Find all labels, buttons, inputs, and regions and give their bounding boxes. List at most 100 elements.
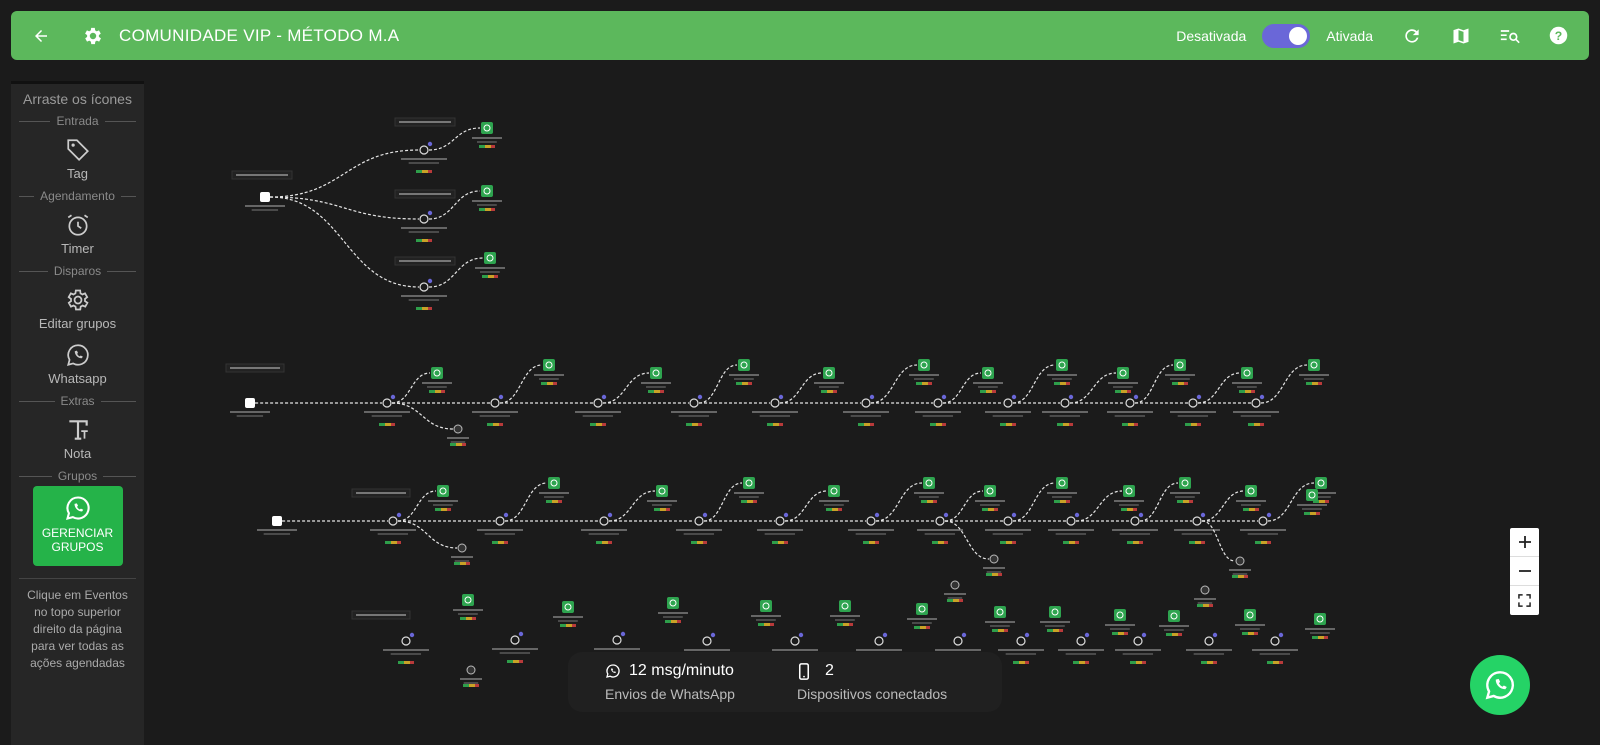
timer-node[interactable] <box>490 398 500 408</box>
whatsapp-node[interactable] <box>431 367 443 379</box>
whatsapp-node[interactable] <box>1174 359 1186 371</box>
whatsapp-node[interactable] <box>1241 367 1253 379</box>
timer-node[interactable] <box>689 398 699 408</box>
timer-node[interactable] <box>933 398 943 408</box>
zoom-out-button[interactable] <box>1510 557 1539 586</box>
timer-node[interactable] <box>388 516 398 526</box>
timer-node[interactable] <box>770 398 780 408</box>
whatsapp-node[interactable] <box>1315 477 1327 489</box>
whatsapp-node[interactable] <box>667 597 679 609</box>
timer-node[interactable] <box>1076 636 1086 646</box>
whatsapp-node[interactable] <box>1056 359 1068 371</box>
timer-node[interactable] <box>1270 636 1280 646</box>
edit-groups-node[interactable] <box>989 554 999 564</box>
edit-groups-node[interactable] <box>453 424 463 434</box>
timer-node[interactable] <box>953 636 963 646</box>
whatsapp-node[interactable] <box>828 485 840 497</box>
timer-node[interactable] <box>1204 636 1214 646</box>
whatsapp-node[interactable] <box>1245 485 1257 497</box>
whatsapp-node[interactable] <box>1117 367 1129 379</box>
flow-canvas[interactable] <box>144 62 1600 745</box>
tag-node[interactable] <box>272 516 282 526</box>
timer-node[interactable] <box>419 214 429 224</box>
whatsapp-node[interactable] <box>994 606 1006 618</box>
whatsapp-node[interactable] <box>1056 477 1068 489</box>
timer-node[interactable] <box>861 398 871 408</box>
timer-node[interactable] <box>790 636 800 646</box>
timer-node[interactable] <box>1133 636 1143 646</box>
whatsapp-node[interactable] <box>462 594 474 606</box>
tag-node[interactable] <box>245 398 255 408</box>
edit-groups-node[interactable] <box>950 580 960 590</box>
whatsapp-node[interactable] <box>738 359 750 371</box>
zoom-in-button[interactable] <box>1510 528 1539 557</box>
whatsapp-node[interactable] <box>743 477 755 489</box>
fit-view-button[interactable] <box>1510 586 1539 615</box>
whatsapp-node[interactable] <box>1308 359 1320 371</box>
whatsapp-node[interactable] <box>1049 606 1061 618</box>
timer-node[interactable] <box>775 516 785 526</box>
timer-node[interactable] <box>874 636 884 646</box>
timer-node[interactable] <box>382 398 392 408</box>
timer-node[interactable] <box>1192 516 1202 526</box>
whatsapp-support-button[interactable] <box>1470 655 1530 715</box>
help-button[interactable]: ? <box>1534 11 1583 60</box>
whatsapp-node[interactable] <box>1314 613 1326 625</box>
timer-node[interactable] <box>401 636 411 646</box>
settings-button[interactable] <box>75 18 111 54</box>
timer-node[interactable] <box>1016 636 1026 646</box>
timer-node[interactable] <box>866 516 876 526</box>
manage-groups-button[interactable]: GERENCIAR GRUPOS <box>32 486 123 566</box>
whatsapp-node[interactable] <box>484 252 496 264</box>
whatsapp-node[interactable] <box>982 367 994 379</box>
whatsapp-node[interactable] <box>548 477 560 489</box>
whatsapp-node[interactable] <box>1244 609 1256 621</box>
timer-node[interactable] <box>1188 398 1198 408</box>
whatsapp-node[interactable] <box>918 359 930 371</box>
timer-node[interactable] <box>1258 516 1268 526</box>
timer-node[interactable] <box>495 516 505 526</box>
timer-node[interactable] <box>419 145 429 155</box>
sidebar-item-whatsapp[interactable]: Whatsapp <box>11 336 144 391</box>
whatsapp-node[interactable] <box>823 367 835 379</box>
whatsapp-node[interactable] <box>760 600 772 612</box>
timer-node[interactable] <box>1003 516 1013 526</box>
tag-node[interactable] <box>260 192 270 202</box>
whatsapp-node[interactable] <box>1114 609 1126 621</box>
timer-node[interactable] <box>1003 398 1013 408</box>
sidebar-item-note[interactable]: Nota <box>11 411 144 466</box>
sidebar-item-timer[interactable]: Timer <box>11 206 144 261</box>
whatsapp-node[interactable] <box>650 367 662 379</box>
timer-node[interactable] <box>1066 516 1076 526</box>
timer-node[interactable] <box>419 282 429 292</box>
activation-toggle[interactable] <box>1262 23 1311 48</box>
timer-node[interactable] <box>702 636 712 646</box>
edit-groups-node[interactable] <box>1235 556 1245 566</box>
timer-node[interactable] <box>612 635 622 645</box>
timer-node[interactable] <box>1130 516 1140 526</box>
sidebar-item-tag[interactable]: Tag <box>11 131 144 186</box>
back-button[interactable] <box>23 18 59 54</box>
events-search-button[interactable] <box>1485 11 1534 60</box>
whatsapp-node[interactable] <box>839 600 851 612</box>
whatsapp-node[interactable] <box>1168 610 1180 622</box>
timer-node[interactable] <box>935 516 945 526</box>
whatsapp-node[interactable] <box>923 477 935 489</box>
timer-node[interactable] <box>1060 398 1070 408</box>
whatsapp-node[interactable] <box>481 185 493 197</box>
whatsapp-node[interactable] <box>1306 489 1318 501</box>
map-button[interactable] <box>1436 11 1485 60</box>
whatsapp-node[interactable] <box>481 122 493 134</box>
whatsapp-node[interactable] <box>543 359 555 371</box>
whatsapp-node[interactable] <box>562 601 574 613</box>
whatsapp-node[interactable] <box>656 485 668 497</box>
sidebar-item-edit-groups[interactable]: Editar grupos <box>11 281 144 336</box>
whatsapp-node[interactable] <box>1179 477 1191 489</box>
whatsapp-node[interactable] <box>984 485 996 497</box>
timer-node[interactable] <box>510 635 520 645</box>
edit-groups-node[interactable] <box>1200 585 1210 595</box>
edit-groups-node[interactable] <box>457 543 467 553</box>
edit-groups-node[interactable] <box>466 665 476 675</box>
timer-node[interactable] <box>593 398 603 408</box>
timer-node[interactable] <box>599 516 609 526</box>
